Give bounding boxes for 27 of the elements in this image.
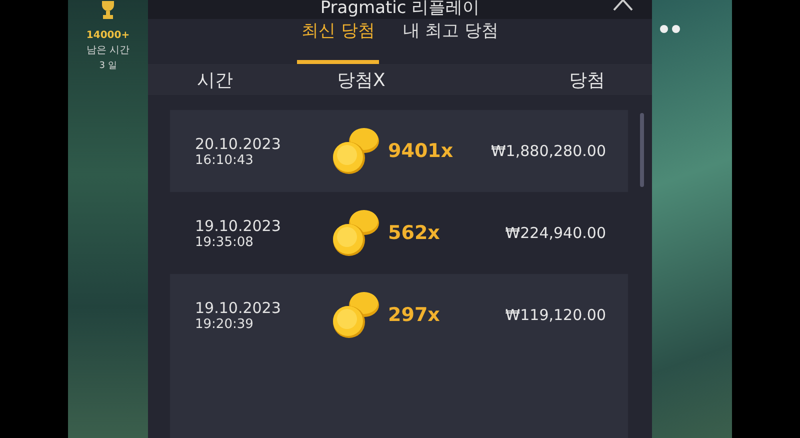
- coins-icon: [330, 289, 382, 341]
- prize-amount: 14000+: [86, 30, 130, 41]
- win-date: 19.10.2023: [195, 216, 282, 234]
- win-amount: ₩224,940.00: [505, 224, 606, 242]
- win-time: 16:10:43: [195, 152, 254, 168]
- close-icon[interactable]: [612, 0, 634, 12]
- coins-icon: [330, 125, 382, 177]
- win-time: 19:35:08: [195, 234, 254, 250]
- more-icon[interactable]: [658, 24, 682, 34]
- win-amount: ₩119,120.00: [505, 306, 606, 324]
- remaining-label: 남은 시간: [86, 44, 130, 57]
- tab[interactable]: 내 최고 당첨: [398, 19, 503, 64]
- remaining-value: 3 일: [99, 60, 117, 72]
- multiplier: 562x: [388, 222, 441, 244]
- column-header: 시간: [197, 68, 234, 92]
- column-header: 당첨X: [337, 68, 386, 92]
- column-header: 당첨: [569, 68, 605, 92]
- scrollbar[interactable]: [640, 113, 644, 187]
- multiplier: 297x: [388, 304, 441, 326]
- win-date: 20.10.2023: [195, 134, 282, 152]
- trophy-icon: [100, 0, 116, 20]
- win-amount: ₩1,880,280.00: [490, 142, 606, 160]
- win-date: 19.10.2023: [195, 298, 282, 316]
- modal-title: Pragmatic 리플레이: [320, 0, 480, 19]
- win-time: 19:20:39: [195, 316, 254, 332]
- coins-icon: [330, 207, 382, 259]
- multiplier: 9401x: [388, 140, 454, 162]
